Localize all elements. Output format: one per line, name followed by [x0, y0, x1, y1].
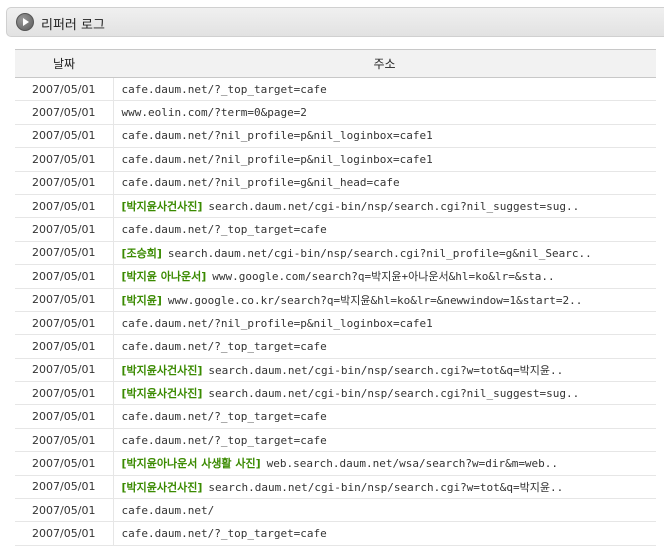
referrer-url[interactable]: search.daum.net/cgi-bin/nsp/search.cgi?w…: [208, 364, 563, 377]
row-date: 2007/05/01: [15, 194, 114, 219]
row-address: [조승희] search.daum.net/cgi-bin/nsp/search.…: [113, 241, 656, 266]
table-body: 2007/05/01 cafe.daum.net/?_top_target=caf…: [15, 77, 656, 546]
referrer-url[interactable]: search.daum.net/cgi-bin/nsp/search.cgi?w…: [208, 481, 563, 494]
referrer-url[interactable]: www.google.co.kr/search?q=박지윤&hl=ko&lr=&…: [168, 294, 582, 307]
table-row: 2007/05/01 cafe.daum.net/?nil_profile=p&n…: [15, 311, 656, 336]
search-keyword[interactable]: [박지윤 아나운서]: [122, 270, 207, 283]
row-address: [박지윤사건사진] search.daum.net/cgi-bin/nsp/sea…: [113, 194, 656, 219]
table-row: 2007/05/01 www.eolin.com/?term=0&page=2: [15, 100, 656, 125]
table-row: 2007/05/01 [조승희] search.daum.net/cgi-bin/n…: [15, 241, 656, 266]
referrer-url[interactable]: cafe.daum.net/?nil_profile=p&nil_loginbo…: [122, 317, 433, 330]
column-header-address: 주소: [113, 49, 656, 78]
row-date: 2007/05/01: [15, 428, 114, 453]
row-address: [박지윤사건사진] search.daum.net/cgi-bin/nsp/sea…: [113, 358, 656, 383]
table-row: 2007/05/01 cafe.daum.net/?nil_profile=p&n…: [15, 124, 656, 149]
search-keyword[interactable]: [박지윤사건사진]: [122, 387, 203, 400]
referrer-url[interactable]: search.daum.net/cgi-bin/nsp/search.cgi?n…: [208, 200, 579, 213]
table-row: 2007/05/01 [박지윤사건사진] search.daum.net/cgi-b…: [15, 194, 656, 219]
referrer-url[interactable]: web.search.daum.net/wsa/search?w=dir&m=w…: [267, 457, 558, 470]
table-row: 2007/05/01 cafe.daum.net/?_top_target=caf…: [15, 521, 656, 546]
referrer-log-table: 날짜 주소 2007/05/01 cafe.daum.net/?_top_targ…: [15, 49, 656, 546]
referrer-url[interactable]: cafe.daum.net/?_top_target=cafe: [122, 340, 327, 353]
row-date: 2007/05/01: [15, 100, 114, 125]
row-date: 2007/05/01: [15, 77, 114, 102]
row-date: 2007/05/01: [15, 404, 114, 429]
table-row: 2007/05/01 [박지윤사건사진] search.daum.net/cgi-b…: [15, 475, 656, 500]
row-date: 2007/05/01: [15, 358, 114, 383]
referrer-url[interactable]: cafe.daum.net/?_top_target=cafe: [122, 527, 327, 540]
row-address: cafe.daum.net/: [113, 498, 656, 523]
referrer-url[interactable]: cafe.daum.net/?_top_target=cafe: [122, 83, 327, 96]
referrer-url[interactable]: cafe.daum.net/: [122, 504, 215, 517]
row-address: cafe.daum.net/?_top_target=cafe: [113, 428, 656, 453]
table-row: 2007/05/01 cafe.daum.net/?_top_target=caf…: [15, 428, 656, 453]
referrer-url[interactable]: cafe.daum.net/?_top_target=cafe: [122, 410, 327, 423]
row-address: cafe.daum.net/?_top_target=cafe: [113, 334, 656, 359]
search-keyword[interactable]: [박지윤]: [122, 294, 162, 307]
row-date: 2007/05/01: [15, 498, 114, 523]
row-date: 2007/05/01: [15, 521, 114, 546]
table-row: 2007/05/01 [박지윤사건사진] search.daum.net/cgi-b…: [15, 381, 656, 406]
row-date: 2007/05/01: [15, 264, 114, 289]
row-address: cafe.daum.net/?_top_target=cafe: [113, 521, 656, 546]
referrer-url[interactable]: cafe.daum.net/?nil_profile=p&nil_loginbo…: [122, 153, 433, 166]
row-address: www.eolin.com/?term=0&page=2: [113, 100, 656, 125]
row-address: cafe.daum.net/?nil_profile=p&nil_loginbo…: [113, 147, 656, 172]
column-header-date: 날짜: [15, 49, 113, 78]
row-address: cafe.daum.net/?nil_profile=p&nil_loginbo…: [113, 124, 656, 149]
row-address: cafe.daum.net/?_top_target=cafe: [113, 404, 656, 429]
row-date: 2007/05/01: [15, 475, 114, 500]
table-header-row: 날짜 주소: [15, 49, 656, 78]
row-date: 2007/05/01: [15, 124, 114, 149]
referrer-url[interactable]: cafe.daum.net/?nil_profile=p&nil_loginbo…: [122, 129, 433, 142]
referrer-url[interactable]: cafe.daum.net/?nil_profile=g&nil_head=ca…: [122, 176, 400, 189]
referrer-url[interactable]: search.daum.net/cgi-bin/nsp/search.cgi?n…: [208, 387, 579, 400]
row-address: [박지윤사건사진] search.daum.net/cgi-bin/nsp/sea…: [113, 475, 656, 500]
row-address: cafe.daum.net/?nil_profile=p&nil_loginbo…: [113, 311, 656, 336]
table-row: 2007/05/01 [박지윤사건사진] search.daum.net/cgi-b…: [15, 358, 656, 383]
referrer-url[interactable]: search.daum.net/cgi-bin/nsp/search.cgi?n…: [168, 247, 592, 260]
row-address: cafe.daum.net/?_top_target=cafe: [113, 217, 656, 242]
row-date: 2007/05/01: [15, 334, 114, 359]
referrer-url[interactable]: cafe.daum.net/?_top_target=cafe: [122, 434, 327, 447]
table-row: 2007/05/01 cafe.daum.net/?nil_profile=p&n…: [15, 147, 656, 172]
table-row: 2007/05/01 cafe.daum.net/: [15, 498, 656, 523]
row-date: 2007/05/01: [15, 217, 114, 242]
play-arrow-icon: [16, 13, 34, 31]
row-date: 2007/05/01: [15, 451, 114, 476]
row-address: [박지윤아나운서 사생활 사진] web.search.daum.net/wsa/…: [113, 451, 656, 476]
table-row: 2007/05/01 [박지윤] www.google.co.kr/search?q…: [15, 288, 656, 312]
row-date: 2007/05/01: [15, 147, 114, 172]
table-row: 2007/05/01 cafe.daum.net/?_top_target=caf…: [15, 217, 656, 242]
row-address: [박지윤 아나운서] www.google.com/search?q=박지윤+아나…: [113, 264, 656, 289]
table-row: 2007/05/01 cafe.daum.net/?_top_target=caf…: [15, 77, 656, 102]
referrer-url[interactable]: www.google.com/search?q=박지윤+아나운서&hl=ko&l…: [212, 270, 554, 283]
row-date: 2007/05/01: [15, 171, 114, 195]
row-address: [박지윤] www.google.co.kr/search?q=박지윤&hl=ko…: [113, 288, 656, 312]
table-row: 2007/05/01 [박지윤 아나운서] www.google.com/searc…: [15, 264, 656, 289]
row-address: cafe.daum.net/?_top_target=cafe: [113, 77, 656, 102]
row-date: 2007/05/01: [15, 241, 114, 266]
table-row: 2007/05/01 cafe.daum.net/?_top_target=caf…: [15, 404, 656, 429]
table-row: 2007/05/01 cafe.daum.net/?nil_profile=g&n…: [15, 171, 656, 195]
table-row: 2007/05/01 cafe.daum.net/?_top_target=caf…: [15, 334, 656, 359]
row-date: 2007/05/01: [15, 288, 114, 312]
referrer-url[interactable]: www.eolin.com/?term=0&page=2: [122, 106, 307, 119]
row-address: [박지윤사건사진] search.daum.net/cgi-bin/nsp/sea…: [113, 381, 656, 406]
table-row: 2007/05/01 [박지윤아나운서 사생활 사진] web.search.dau…: [15, 451, 656, 476]
row-address: cafe.daum.net/?nil_profile=g&nil_head=ca…: [113, 171, 656, 195]
row-date: 2007/05/01: [15, 381, 114, 406]
section-title: 리퍼러 로그: [41, 18, 105, 33]
row-date: 2007/05/01: [15, 311, 114, 336]
search-keyword[interactable]: [박지윤아나운서 사생활 사진]: [122, 457, 261, 470]
section-title-bar: 리퍼러 로그: [6, 7, 664, 37]
search-keyword[interactable]: [박지윤사건사진]: [122, 481, 203, 494]
referrer-url[interactable]: cafe.daum.net/?_top_target=cafe: [122, 223, 327, 236]
search-keyword[interactable]: [박지윤사건사진]: [122, 364, 203, 377]
search-keyword[interactable]: [조승희]: [122, 247, 162, 260]
search-keyword[interactable]: [박지윤사건사진]: [122, 200, 203, 213]
